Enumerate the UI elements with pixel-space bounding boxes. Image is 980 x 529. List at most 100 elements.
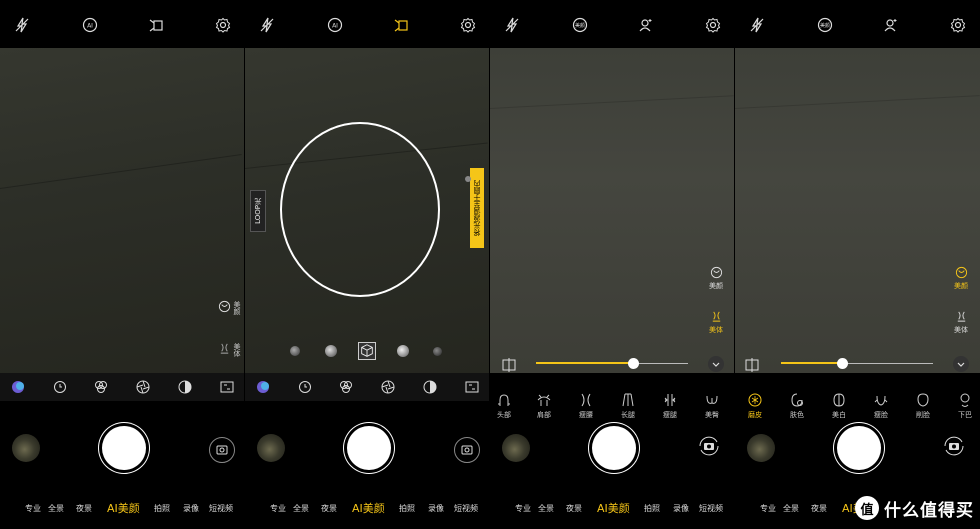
switch-camera-button[interactable]: [697, 434, 723, 460]
mode-night[interactable]: 夜景: [321, 503, 337, 514]
mode-video[interactable]: 录像: [428, 503, 444, 514]
shutter-button[interactable]: [592, 426, 636, 470]
portrait-light-icon[interactable]: [148, 17, 164, 33]
tool-chin[interactable]: 下巴: [953, 392, 977, 420]
slider-thumb[interactable]: [628, 358, 639, 369]
mode-panorama[interactable]: 全景: [538, 503, 554, 514]
mode-photo[interactable]: 拍照: [399, 503, 415, 514]
ai-icon[interactable]: AI: [327, 17, 343, 33]
mode-short-video[interactable]: 短视频: [209, 503, 233, 514]
half-circle-icon[interactable]: [177, 379, 193, 395]
mode-pro[interactable]: 专业: [760, 503, 776, 514]
light-option-2[interactable]: [325, 345, 337, 357]
side-beauty-button-active[interactable]: 美颜: [949, 266, 973, 291]
aspect-ratio-icon[interactable]: [464, 379, 480, 395]
beauty-badge-icon[interactable]: 美颜: [817, 17, 833, 33]
timer-icon[interactable]: [297, 379, 313, 395]
flash-off-icon[interactable]: [504, 17, 520, 33]
gear-icon[interactable]: [950, 17, 966, 33]
mode-video[interactable]: 录像: [183, 503, 199, 514]
light-option-5[interactable]: [433, 347, 442, 356]
color-filter-icon[interactable]: [255, 379, 271, 395]
gear-icon[interactable]: [460, 17, 476, 33]
mode-short-video[interactable]: 短视频: [454, 503, 478, 514]
mode-ai-beauty[interactable]: AI美颜: [597, 500, 630, 516]
compare-icon[interactable]: [745, 357, 759, 372]
aspect-ratio-icon[interactable]: [219, 379, 235, 395]
mode-panorama[interactable]: 全景: [293, 503, 309, 514]
mode-video[interactable]: 录像: [673, 503, 689, 514]
viewfinder[interactable]: 美颜 美体: [735, 48, 980, 373]
switch-camera-button[interactable]: [209, 437, 235, 463]
waist-icon: [581, 393, 591, 407]
tool-shoulder[interactable]: 肩部: [532, 392, 556, 420]
half-circle-icon[interactable]: [422, 379, 438, 395]
gallery-thumbnail[interactable]: [502, 434, 530, 462]
mode-pro[interactable]: 专业: [515, 503, 531, 514]
light-option-4[interactable]: [397, 345, 409, 357]
mode-pro[interactable]: 专业: [25, 503, 41, 514]
tool-long-legs[interactable]: 长腿: [616, 392, 640, 420]
tool-shave-face[interactable]: 削脸: [911, 392, 935, 420]
side-body-button-active[interactable]: 美体: [704, 310, 728, 335]
viewfinder[interactable]: LOOP光 将光源调至于圆内: [245, 48, 489, 373]
color-filter-icon[interactable]: [10, 379, 26, 395]
shutter-button[interactable]: [102, 426, 146, 470]
switch-camera-button[interactable]: [942, 434, 968, 460]
gear-icon[interactable]: [215, 17, 231, 33]
tool-hips[interactable]: 美臀: [700, 392, 724, 420]
aperture-icon[interactable]: [380, 379, 396, 395]
gallery-thumbnail[interactable]: [257, 434, 285, 462]
mode-night[interactable]: 夜景: [566, 503, 582, 514]
light-option-3d-cube[interactable]: [358, 342, 376, 360]
collapse-button[interactable]: [708, 356, 724, 372]
gallery-thumbnail[interactable]: [747, 434, 775, 462]
mode-night[interactable]: 夜景: [811, 503, 827, 514]
mode-ai-beauty[interactable]: AI美颜: [352, 500, 385, 516]
side-body-button[interactable]: 美体: [949, 310, 973, 335]
flash-off-icon[interactable]: [14, 17, 30, 33]
mode-photo[interactable]: 拍照: [644, 503, 660, 514]
mode-short-video[interactable]: 短视频: [699, 503, 723, 514]
portrait-icon[interactable]: [883, 17, 899, 33]
collapse-button[interactable]: [953, 356, 969, 372]
switch-camera-button[interactable]: [454, 437, 480, 463]
gallery-thumbnail[interactable]: [12, 434, 40, 462]
shutter-button[interactable]: [837, 426, 881, 470]
tool-skin-tone[interactable]: 肤色: [785, 392, 809, 420]
tool-slim-legs[interactable]: 瘦腿: [658, 392, 682, 420]
viewfinder[interactable]: 美颜 美体: [0, 48, 244, 373]
tool-whiten[interactable]: 美白: [827, 392, 851, 420]
tool-smooth-skin[interactable]: 磨皮: [743, 392, 767, 420]
tool-waist[interactable]: 瘦腰: [574, 392, 598, 420]
mode-night[interactable]: 夜景: [76, 503, 92, 514]
tool-head[interactable]: 头部: [492, 392, 516, 420]
aperture-icon[interactable]: [135, 379, 151, 395]
beauty-badge-icon[interactable]: 美颜: [572, 17, 588, 33]
side-beauty-label: 美颜: [233, 301, 241, 315]
mode-panorama[interactable]: 全景: [48, 503, 64, 514]
light-option-1[interactable]: [290, 346, 300, 356]
timer-icon[interactable]: [52, 379, 68, 395]
viewfinder[interactable]: 美颜 美体: [490, 48, 734, 373]
flash-off-icon[interactable]: [259, 17, 275, 33]
flash-off-icon[interactable]: [749, 17, 765, 33]
body-icon: [957, 311, 965, 322]
filter-circles-icon[interactable]: [93, 379, 109, 395]
filter-circles-icon[interactable]: [338, 379, 354, 395]
tool-slim-face[interactable]: 瘦脸: [869, 392, 893, 420]
mode-ai-beauty[interactable]: AI美颜: [107, 500, 140, 516]
ai-icon[interactable]: AI: [82, 17, 98, 33]
mode-pro[interactable]: 专业: [270, 503, 286, 514]
mode-photo[interactable]: 拍照: [154, 503, 170, 514]
side-body-label: 美体: [709, 326, 723, 334]
mode-panorama[interactable]: 全景: [783, 503, 799, 514]
shutter-button[interactable]: [347, 426, 391, 470]
compare-icon[interactable]: [502, 357, 516, 372]
slider-thumb[interactable]: [837, 358, 848, 369]
gear-icon[interactable]: [705, 17, 721, 33]
side-beauty-button[interactable]: 美颜: [704, 266, 728, 291]
body-icon: [712, 311, 720, 322]
portrait-light-icon-active[interactable]: [393, 17, 409, 33]
portrait-icon[interactable]: [638, 17, 654, 33]
